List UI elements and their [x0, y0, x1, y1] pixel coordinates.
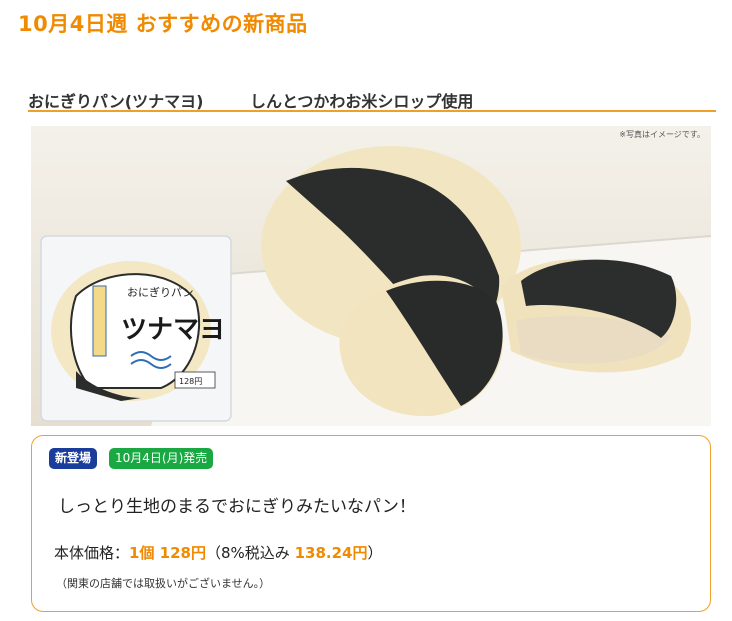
product-heading: おにぎりパン(ツナマヨ) しんとつかわお米シロップ使用	[28, 88, 716, 112]
product-image: おにぎりパン ツナマヨ ※写真はイメージです。 128円	[31, 126, 711, 426]
tax-open: （8%税込み	[206, 544, 295, 562]
new-badge: 新登場	[49, 448, 98, 469]
product-photo-illustration: おにぎりパン ツナマヨ	[40, 146, 711, 426]
product-catch: しんとつかわお米シロップ使用	[250, 92, 474, 111]
package-flavor-svg: ツナマヨ	[121, 315, 225, 345]
tax-close: ）	[367, 544, 383, 562]
product-description: しっとり生地のまるでおにぎりみたいなパン！	[58, 497, 416, 517]
price-line: 本体価格：1個 128円（8%税込み 138.24円）	[54, 542, 382, 563]
product-info-box: 新登場 10月4日(月)発売 しっとり生地のまるでおにぎりみたいなパン！ 本体価…	[31, 435, 711, 612]
product-name: おにぎりパン(ツナマヨ)	[28, 92, 204, 111]
price-prefix: 本体価格：	[54, 544, 130, 562]
package-price-label: 128円	[179, 377, 203, 386]
page-title: 10月4日週 おすすめの新商品	[18, 12, 308, 36]
release-date-badge: 10月4日(月)発売	[109, 448, 214, 469]
image-note: ※写真はイメージです。	[619, 130, 705, 139]
package-text-svg: おにぎりパン	[127, 285, 194, 299]
availability-notice: （関東の店舗では取扱いがございません。）	[56, 577, 271, 590]
tax-included-price: 138.24円	[294, 544, 368, 562]
unit-price: 1個 128円	[129, 544, 206, 562]
